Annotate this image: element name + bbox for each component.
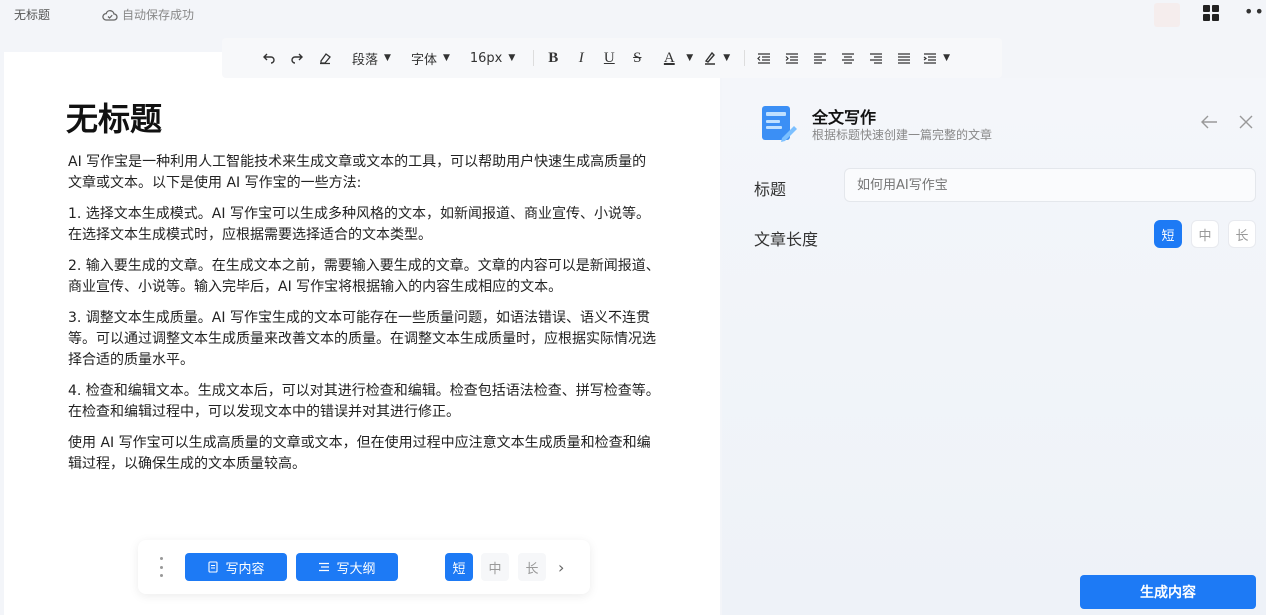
outdent-icon: [757, 53, 771, 64]
length-long-chip[interactable]: 长: [518, 553, 546, 581]
font-color-icon: A: [663, 49, 675, 66]
paragraph[interactable]: 使用 AI 写作宝可以生成高质量的文章或文本，但在使用过程中应注意文本生成质量和…: [68, 433, 660, 475]
font-dropdown[interactable]: 字体 ▼: [411, 49, 450, 68]
outline-list-icon: [319, 562, 330, 572]
caret-down-icon: ▼: [384, 53, 391, 63]
undo-icon: [263, 53, 275, 64]
article-writing-icon: [762, 106, 797, 142]
indent-increase-button[interactable]: [781, 46, 803, 70]
font-color-dropdown[interactable]: A ▼: [658, 50, 693, 67]
generate-content-button[interactable]: 生成内容: [1080, 575, 1256, 609]
font-size-dropdown[interactable]: 16px ▼: [470, 51, 515, 66]
redo-icon: [291, 53, 303, 64]
paragraph[interactable]: 2. 输入要生成的文章。在生成文本之前，需要输入要生成的文章。文章的内容可以是新…: [68, 256, 660, 298]
align-left-button[interactable]: [809, 46, 831, 70]
align-justify-button[interactable]: [893, 46, 915, 70]
align-left-icon: [814, 53, 827, 64]
highlight-dropdown[interactable]: ▼: [703, 51, 730, 65]
indent-decrease-button[interactable]: [753, 46, 775, 70]
caret-down-icon: ▼: [943, 53, 951, 63]
paragraph[interactable]: 1. 选择文本生成模式。AI 写作宝可以生成多种风格的文本，如新闻报道、商业宣传…: [68, 204, 660, 246]
redo-button[interactable]: [286, 46, 308, 70]
length-medium-option[interactable]: 中: [1191, 220, 1219, 248]
caret-down-icon: ▼: [508, 53, 516, 63]
align-right-button[interactable]: [865, 46, 887, 70]
save-status: 自动保存成功: [102, 6, 194, 23]
back-arrow-icon[interactable]: [1200, 114, 1218, 130]
chevron-right-icon[interactable]: ›: [558, 558, 572, 577]
length-short-option[interactable]: 短: [1154, 220, 1182, 248]
length-field-label: 文章长度: [754, 230, 819, 249]
editor-panel: 无标题 AI 写作宝是一种利用人工智能技术来生成文章或文本的工具，可以帮助用户快…: [4, 52, 720, 615]
highlighter-icon: [705, 51, 716, 65]
indent-icon: [785, 53, 799, 64]
paragraph[interactable]: 3. 调整文本生成质量。AI 写作宝生成的文本可能存在一些质量问题，如语法错误、…: [68, 308, 660, 371]
cloud-check-icon: [102, 9, 118, 21]
length-long-option[interactable]: 长: [1228, 220, 1256, 248]
document-title[interactable]: 无标题: [66, 94, 162, 140]
document-icon: [208, 561, 219, 573]
toolbar-divider: [533, 50, 535, 66]
font-label: 字体: [410, 52, 437, 68]
align-center-button[interactable]: [837, 46, 859, 70]
length-medium-chip[interactable]: 中: [481, 553, 509, 581]
strikethrough-button[interactable]: S: [626, 46, 648, 70]
paragraph-dropdown[interactable]: 段落 ▼: [352, 49, 391, 68]
avatar[interactable]: [1154, 3, 1180, 27]
caret-down-icon: ▼: [442, 53, 450, 63]
paragraph[interactable]: 4. 检查和编辑文本。生成文本后，可以对其进行检查和编辑。检查包括语法检查、拼写…: [68, 381, 660, 423]
write-outline-label: 写大纲: [336, 561, 376, 577]
save-status-text: 自动保存成功: [122, 8, 195, 22]
close-icon[interactable]: [1238, 114, 1254, 130]
line-height-icon: [923, 53, 937, 64]
align-center-icon: [842, 53, 855, 64]
caret-down-icon: ▼: [686, 53, 694, 63]
undo-button[interactable]: [258, 46, 280, 70]
caret-down-icon: ▼: [723, 53, 731, 63]
align-right-icon: [870, 53, 883, 64]
panel-subtitle: 根据标题快速创建一篇完整的文章: [812, 128, 993, 142]
italic-button[interactable]: I: [570, 46, 592, 70]
format-toolbar: 段落 ▼ 字体 ▼ 16px ▼ B I U S A ▼ ▼ ▼: [222, 38, 1002, 78]
full-writing-panel: 全文写作 根据标题快速创建一篇完整的文章 标题 文章长度 短 中 长 生成内容: [722, 78, 1266, 615]
paragraph-label: 段落: [352, 52, 379, 68]
write-content-label: 写内容: [225, 561, 265, 577]
bold-button[interactable]: B: [542, 46, 564, 70]
length-short-chip[interactable]: 短: [445, 553, 473, 581]
underline-button[interactable]: U: [598, 46, 620, 70]
document-body[interactable]: AI 写作宝是一种利用人工智能技术来生成文章或文本的工具，可以帮助用户快速生成高…: [68, 152, 660, 485]
clear-format-button[interactable]: [314, 46, 336, 70]
write-content-button[interactable]: 写内容: [185, 553, 287, 581]
title-field-label: 标题: [754, 180, 787, 199]
font-size-label: 16px: [469, 50, 503, 66]
line-height-dropdown[interactable]: ▼: [923, 51, 950, 65]
eraser-icon: [320, 53, 331, 65]
toolbar-divider: [744, 50, 746, 66]
write-outline-button[interactable]: 写大纲: [296, 553, 398, 581]
panel-title: 全文写作: [812, 108, 877, 127]
document-name[interactable]: 无标题: [14, 6, 50, 23]
paragraph[interactable]: AI 写作宝是一种利用人工智能技术来生成文章或文本的工具，可以帮助用户快速生成高…: [68, 152, 660, 194]
drag-handle-icon[interactable]: [158, 557, 164, 577]
more-icon[interactable]: •••: [1244, 4, 1266, 20]
apps-grid-icon[interactable]: [1202, 4, 1220, 22]
title-input[interactable]: [844, 168, 1256, 202]
ai-quick-bar: 写内容 写大纲 短 中 长 ›: [138, 540, 590, 594]
top-bar: 无标题 自动保存成功 •••: [0, 0, 1266, 30]
align-justify-icon: [898, 53, 911, 64]
